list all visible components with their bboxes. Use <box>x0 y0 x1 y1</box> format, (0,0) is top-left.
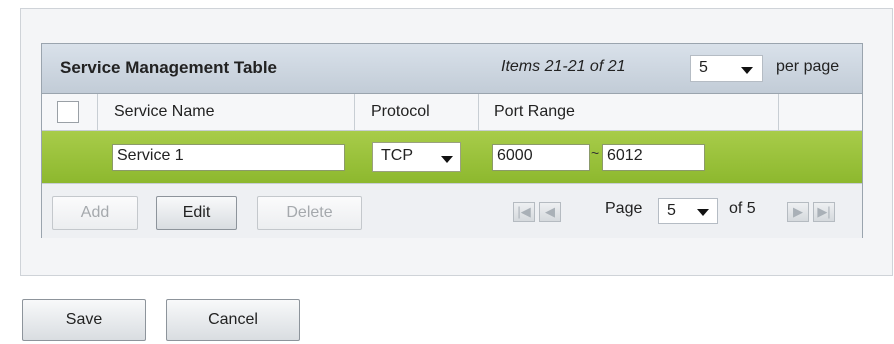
chevron-down-icon <box>741 67 753 74</box>
select-all-checkbox[interactable] <box>57 101 79 123</box>
page-select[interactable]: 5 <box>658 198 718 224</box>
service-management-table: Service Management Table Items 21-21 of … <box>41 43 863 238</box>
service-name-input[interactable]: Service 1 <box>112 144 345 171</box>
first-page-icon: |◀ <box>517 204 531 219</box>
save-button[interactable]: Save <box>22 299 146 341</box>
per-page-value: 5 <box>699 59 708 76</box>
service-name-header-label: Service Name <box>114 103 215 120</box>
chevron-down-icon <box>697 209 709 216</box>
next-page-icon: ▶ <box>793 204 803 219</box>
cancel-button[interactable]: Cancel <box>166 299 300 341</box>
port-range-separator: ~ <box>591 145 600 161</box>
page-count-label: of 5 <box>729 200 756 217</box>
port-range-header[interactable]: Port Range <box>479 94 779 130</box>
items-range-text: Items 21-21 of 21 <box>501 58 626 75</box>
table-title-bar: Service Management Table Items 21-21 of … <box>42 44 862 94</box>
first-page-button[interactable]: |◀ <box>513 202 535 222</box>
table-row[interactable]: Service 1 TCP 6000 ~ 6012 <box>42 131 862 183</box>
add-button[interactable]: Add <box>52 196 138 230</box>
page-value: 5 <box>667 202 676 219</box>
port-range-header-label: Port Range <box>494 103 575 120</box>
last-page-button[interactable]: ▶| <box>813 202 835 222</box>
port-start-input[interactable]: 6000 <box>492 144 590 171</box>
per-page-label: per page <box>776 58 840 75</box>
page-label: Page <box>605 200 643 217</box>
chevron-down-icon <box>441 156 453 163</box>
table-footer: Add Edit Delete |◀ ◀ Page 5 of 5 ▶ ▶| <box>42 183 862 238</box>
service-name-header[interactable]: Service Name <box>98 94 355 130</box>
prev-page-button[interactable]: ◀ <box>539 202 561 222</box>
delete-button[interactable]: Delete <box>257 196 362 230</box>
protocol-header[interactable]: Protocol <box>355 94 479 130</box>
per-page-select[interactable]: 5 <box>690 55 763 82</box>
port-end-input[interactable]: 6012 <box>602 144 705 171</box>
protocol-header-label: Protocol <box>371 103 430 120</box>
select-all-cell <box>42 94 98 130</box>
table-title: Service Management Table <box>60 58 277 77</box>
edit-button[interactable]: Edit <box>156 196 237 230</box>
next-page-button[interactable]: ▶ <box>787 202 809 222</box>
prev-page-icon: ◀ <box>545 204 555 219</box>
service-management-panel: Service Management Table Items 21-21 of … <box>20 8 893 276</box>
table-header-row: Service Name Protocol Port Range <box>42 94 862 131</box>
protocol-select[interactable]: TCP <box>372 142 461 172</box>
last-page-icon: ▶| <box>817 204 831 219</box>
protocol-value: TCP <box>381 147 413 164</box>
